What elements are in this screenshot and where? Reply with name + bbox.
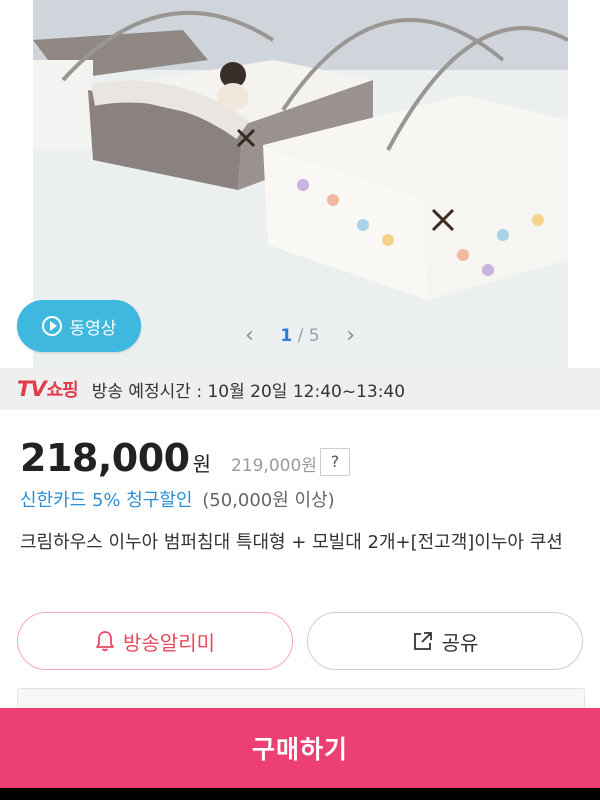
sale-price: 218,000	[20, 436, 190, 480]
buy-button[interactable]: 구매하기	[0, 708, 600, 788]
current-page: 1	[280, 326, 293, 346]
play-icon	[41, 316, 62, 336]
broadcast-alarm-label: 방송알리미	[123, 630, 215, 655]
carousel-pager: ‹ 1 / 5 ›	[245, 322, 355, 350]
bell-icon	[96, 631, 114, 652]
card-discount-text: 신한카드 5% 청구할인	[20, 490, 193, 511]
broadcast-bar: TV쇼핑 방송 예정시간 : 10월 20일 12:40~13:40	[0, 368, 600, 410]
system-nav-bar	[0, 788, 600, 800]
share-icon	[413, 632, 432, 650]
broadcast-alarm-button[interactable]: 방송알리미	[17, 612, 293, 670]
video-button-label: 동영상	[69, 318, 117, 339]
share-button[interactable]: 공유	[307, 612, 583, 670]
chevron-right-icon[interactable]: ›	[346, 325, 355, 347]
page-separator: /	[297, 326, 304, 346]
sale-price-unit: 원	[192, 452, 211, 476]
price-row: 218,000 원 219,000원	[20, 436, 317, 480]
broadcast-schedule: 방송 예정시간 : 10월 20일 12:40~13:40	[91, 381, 406, 402]
original-price: 219,000원	[230, 456, 317, 476]
card-discount-condition: (50,000원 이상)	[202, 490, 335, 511]
chevron-left-icon[interactable]: ‹	[245, 325, 254, 347]
share-label: 공유	[441, 630, 479, 655]
logo-shopping-text: 쇼핑	[46, 380, 79, 401]
video-button[interactable]: 동영상	[17, 300, 141, 352]
total-pages: 5	[308, 326, 320, 346]
product-image-carousel[interactable]: 동영상 ‹ 1 / 5 ›	[0, 0, 600, 368]
page-indicator: 1 / 5	[280, 326, 319, 346]
price-help-button[interactable]: ?	[320, 448, 350, 476]
card-discount[interactable]: 신한카드 5% 청구할인 (50,000원 이상)	[20, 486, 335, 512]
logo-tv-text: TV	[17, 377, 47, 401]
product-title: 크림하우스 이누아 범퍼침대 특대형 + 모빌대 2개+[전고객]이누아 쿠션	[20, 532, 563, 553]
tv-shopping-logo: TV쇼핑	[17, 376, 79, 402]
